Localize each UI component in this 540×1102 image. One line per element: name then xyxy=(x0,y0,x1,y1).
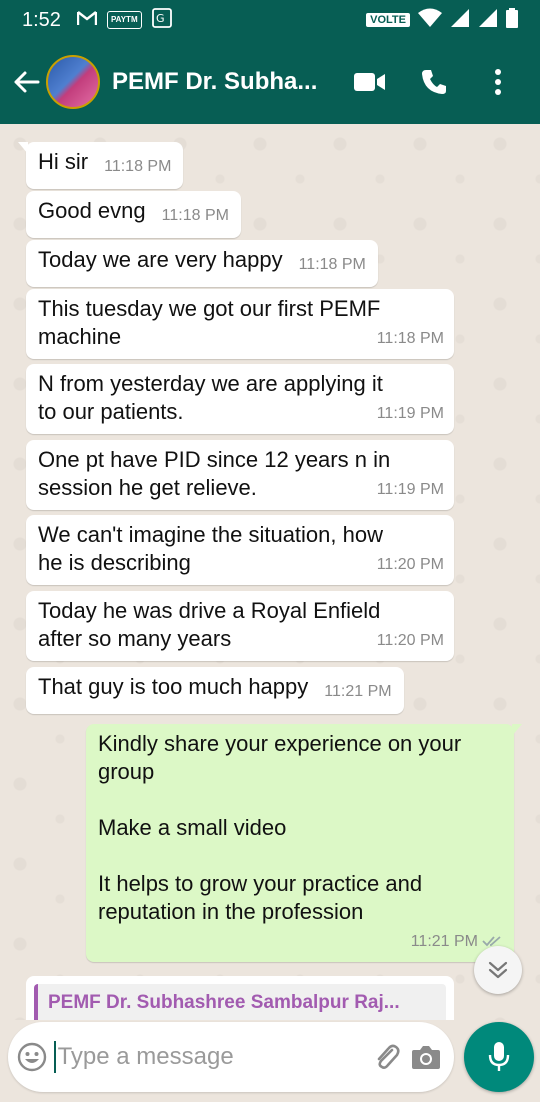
status-time: 1:52 xyxy=(22,8,61,31)
video-call-icon[interactable] xyxy=(338,58,402,106)
translate-icon: G xyxy=(151,7,172,33)
mic-icon xyxy=(488,1042,510,1071)
mic-button[interactable] xyxy=(464,1022,534,1092)
message-time: 11:19 PM xyxy=(376,405,444,422)
contact-avatar[interactable] xyxy=(46,55,100,109)
message-time: 11:18 PM xyxy=(376,330,444,347)
chat-header: PEMF Dr. Subha... xyxy=(0,40,540,124)
quoted-sender: PEMF Dr. Subhashree Sambalpur Raj... xyxy=(34,984,446,1020)
scroll-down-button[interactable] xyxy=(474,946,522,994)
emoji-icon[interactable] xyxy=(10,1027,54,1087)
double-chevron-down-icon xyxy=(488,961,508,979)
message-text: That guy is too much happy xyxy=(38,674,309,699)
voice-call-icon[interactable] xyxy=(402,58,466,106)
battery-icon xyxy=(506,7,518,33)
message-time: 11:18 PM xyxy=(104,158,172,175)
more-options-icon[interactable] xyxy=(466,58,530,106)
camera-icon[interactable] xyxy=(407,1030,446,1084)
status-bar: 1:52 PAYTM G VOLTE xyxy=(0,0,540,40)
message-bubble[interactable]: This tuesday we got our first PEMF machi… xyxy=(26,289,454,359)
quoted-message[interactable]: PEMF Dr. Subhashree Sambalpur Raj... xyxy=(26,976,454,1020)
message-time: 11:19 PM xyxy=(376,481,444,498)
message-bubble[interactable]: Hi sir 11:18 PM xyxy=(17,142,184,189)
attach-icon[interactable] xyxy=(368,1030,407,1084)
message-bubble[interactable]: We can't imagine the situation, how he i… xyxy=(26,515,454,585)
message-time-wrap: 11:21 PM xyxy=(411,928,478,956)
message-bubble[interactable]: Today he was drive a Royal Enfield after… xyxy=(26,591,454,661)
wifi-icon xyxy=(418,8,442,33)
chat-title[interactable]: PEMF Dr. Subha... xyxy=(112,68,338,96)
message-bubble[interactable]: That guy is too much happy 11:21 PM xyxy=(26,667,404,714)
composer-bar xyxy=(0,1020,540,1102)
message-time: 11:18 PM xyxy=(298,256,366,273)
volte-badge: VOLTE xyxy=(366,13,410,27)
message-list[interactable]: Hi sir 11:18 PM Good evng 11:18 PM Today w… xyxy=(0,124,540,1020)
outgoing-message-bubble[interactable]: Kindly share your experience on your gro… xyxy=(86,724,522,962)
message-text: Kindly share your experience on your gro… xyxy=(98,731,462,924)
gmail-icon xyxy=(76,10,98,31)
back-arrow-icon[interactable] xyxy=(6,62,46,102)
message-text: Hi sir xyxy=(38,149,89,174)
message-bubble[interactable]: N from yesterday we are applying it to o… xyxy=(26,364,454,434)
message-time: 11:20 PM xyxy=(376,556,444,573)
message-text: Today we are very happy xyxy=(38,247,283,272)
message-bubble[interactable]: Today we are very happy 11:18 PM xyxy=(26,240,378,287)
svg-text:G: G xyxy=(156,12,165,25)
signal-icon xyxy=(450,8,470,33)
paytm-icon: PAYTM xyxy=(106,11,142,29)
message-bubble[interactable]: Good evng 11:18 PM xyxy=(26,191,241,238)
message-time: 11:20 PM xyxy=(376,632,444,649)
message-input[interactable] xyxy=(53,1041,368,1073)
composer-pill xyxy=(8,1022,454,1092)
signal-icon-2 xyxy=(478,8,498,33)
message-time: 11:18 PM xyxy=(161,207,229,224)
message-time: 11:21 PM xyxy=(410,933,478,950)
message-text: Good evng xyxy=(38,198,146,223)
message-bubble[interactable]: One pt have PID since 12 years n in sess… xyxy=(26,440,454,510)
message-time: 11:21 PM xyxy=(324,683,392,700)
